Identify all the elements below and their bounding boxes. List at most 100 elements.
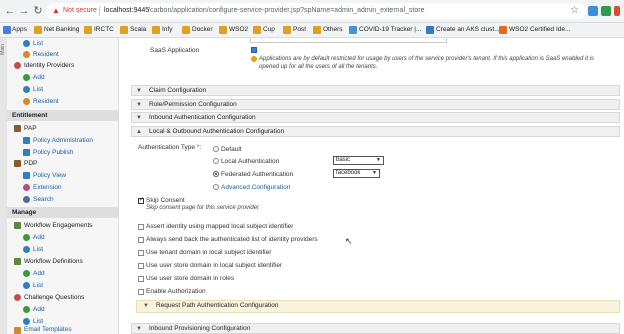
site-icon — [349, 26, 357, 34]
sidebar-pdp[interactable]: PDP — [24, 159, 37, 168]
sidebar-workflow-definitions[interactable]: Workflow Definitions — [24, 257, 83, 266]
sidebar-item-list[interactable]: List — [33, 281, 43, 290]
sidebar-item-policy-view[interactable]: Policy View — [33, 171, 66, 180]
security-label[interactable]: Not secure — [63, 5, 97, 17]
local-auth-select[interactable]: basic ▼ — [333, 156, 384, 165]
folder-icon — [283, 26, 291, 34]
add-icon — [23, 234, 30, 241]
section-inbound-authentication-configuration[interactable]: ▼ Inbound Authentication Configuration — [131, 112, 620, 123]
bookmark-infy[interactable]: Infy — [162, 25, 172, 35]
caret-down-icon: ▼ — [372, 170, 377, 176]
always-send-idp-checkbox[interactable] — [138, 237, 144, 243]
saas-description: Applications are by default restricted f… — [259, 56, 594, 62]
skip-consent-description: Skip consent page for this service provi… — [146, 205, 260, 211]
folder-icon — [182, 26, 190, 34]
section-inbound-provisioning-configuration[interactable]: ▼ Inbound Provisioning Configuration — [131, 323, 620, 334]
saas-checkbox[interactable] — [251, 47, 257, 53]
forward-icon[interactable]: → — [18, 5, 30, 17]
section-request-path-authentication[interactable]: ▼ Request Path Authentication Configurati… — [139, 301, 617, 312]
tenant-domain-checkbox[interactable] — [138, 250, 144, 256]
list-icon — [23, 86, 30, 93]
sidebar-item-policy-publish[interactable]: Policy Publish — [33, 148, 73, 157]
radio-local-authentication[interactable] — [213, 158, 219, 164]
sidebar-item-policy-administration[interactable]: Policy Administration — [33, 136, 93, 145]
sidebar-item-extension[interactable]: Extension — [33, 183, 62, 192]
folder-icon — [152, 26, 160, 34]
extension-icon — [23, 184, 30, 191]
radio-advanced-configuration[interactable] — [213, 184, 219, 190]
option-label: Use user store domain in local subject i… — [146, 262, 283, 269]
list-icon — [23, 246, 30, 253]
sidebar-item-list[interactable]: List — [33, 85, 43, 94]
enable-authorization-checkbox[interactable] — [138, 289, 144, 295]
bookmark-scala[interactable]: Scala — [130, 25, 146, 35]
bookmark-aks[interactable]: Create an AKS clust... — [436, 25, 500, 35]
sidebar-workflow-engagements[interactable]: Workflow Engagements — [24, 221, 93, 230]
search-icon — [23, 196, 30, 203]
section-local-outbound-authentication[interactable]: ▲ Local & Outbound Authentication Configu… — [131, 126, 620, 137]
site-icon — [499, 26, 507, 34]
sidebar-challenge-questions[interactable]: Challenge Questions — [24, 293, 84, 302]
user-store-domain-subject-checkbox[interactable] — [138, 263, 144, 269]
required-mark: * — [196, 144, 200, 151]
text-field-bottom — [250, 38, 447, 43]
reload-icon[interactable]: ↻ — [32, 5, 44, 17]
star-icon[interactable]: ☆ — [570, 4, 579, 18]
sidebar-item-search[interactable]: Search — [33, 195, 54, 204]
url-path[interactable]: /carbon/application/configure-service-pr… — [148, 5, 424, 17]
chevron-down-icon: ▼ — [136, 326, 142, 332]
add-icon — [23, 74, 30, 81]
option-label: Use tenant domain in local subject ident… — [146, 249, 272, 256]
bookmark-covid-tracker[interactable]: COVID-19 Tracker |... — [359, 25, 421, 35]
bookmark-wso2-certified[interactable]: WSO2 Certified Ide... — [509, 25, 570, 35]
bookmark-wso2[interactable]: WSO2 — [229, 25, 248, 35]
assert-identity-checkbox[interactable] — [138, 224, 144, 230]
sidebar-item-email-templates[interactable]: Email Templates — [24, 325, 72, 334]
radio-local-label: Local Authentication — [221, 158, 280, 165]
folder-icon — [120, 26, 128, 34]
advanced-configuration-link[interactable]: Advanced Configuration — [221, 183, 290, 192]
bookmark-others[interactable]: Others — [323, 25, 343, 35]
extension-icon[interactable] — [601, 6, 611, 16]
section-title: Role/Permission Configuration — [149, 101, 237, 108]
mouse-cursor-icon: ↖ — [345, 236, 353, 246]
sidebar-item-add[interactable]: Add — [33, 305, 45, 314]
bookmark-irctc[interactable]: IRCTC — [94, 25, 114, 35]
sidebar-item-add[interactable]: Add — [33, 269, 45, 278]
bookmark-apps[interactable]: Apps — [12, 25, 27, 35]
bookmark-cup[interactable]: Cup — [263, 25, 275, 35]
bookmark-net-banking[interactable]: Net Banking — [44, 25, 79, 35]
email-icon — [14, 327, 21, 334]
sidebar-item-list[interactable]: List — [33, 39, 43, 48]
folder-icon — [313, 26, 321, 34]
option-label: Assert identity using mapped local subje… — [146, 223, 294, 230]
sidebar-item-add[interactable]: Add — [33, 73, 45, 82]
bookmark-post[interactable]: Post — [293, 25, 306, 35]
federated-auth-select[interactable]: facebook ▼ — [333, 169, 380, 178]
radio-federated-authentication[interactable] — [213, 171, 219, 177]
user-store-domain-roles-checkbox[interactable] — [138, 276, 144, 282]
back-icon[interactable]: ← — [4, 5, 16, 17]
url-host[interactable]: localhost:9445 — [104, 5, 149, 17]
sidebar-item-resident[interactable]: Resident — [33, 50, 59, 59]
sidebar-item-resident[interactable]: Resident — [33, 97, 59, 106]
sidebar-section-entitlement: Entitlement — [7, 110, 118, 121]
sidebar-item-list[interactable]: List — [33, 245, 43, 254]
sidebar-identity-providers[interactable]: Identity Providers — [24, 61, 74, 70]
extension-icon[interactable] — [588, 6, 598, 16]
section-claim-configuration[interactable]: ▼ Claim Configuration — [131, 85, 620, 96]
bookmark-docker[interactable]: Docker — [192, 25, 213, 35]
policy-view-icon — [23, 172, 30, 179]
caret-down-icon: ▼ — [376, 157, 381, 163]
folder-icon — [34, 26, 42, 34]
apps-icon — [3, 26, 11, 34]
sidebar-item-add[interactable]: Add — [33, 233, 45, 242]
warning-icon: ▲ — [52, 6, 60, 15]
section-role-permission-configuration[interactable]: ▼ Role/Permission Configuration — [131, 99, 620, 110]
skip-consent-checkbox[interactable]: ✓ — [138, 197, 144, 204]
add-icon — [23, 270, 30, 277]
chevron-down-icon: ▼ — [136, 115, 142, 121]
profile-icon[interactable] — [614, 6, 620, 16]
sidebar-pap[interactable]: PAP — [24, 124, 37, 133]
radio-default[interactable] — [213, 146, 219, 152]
